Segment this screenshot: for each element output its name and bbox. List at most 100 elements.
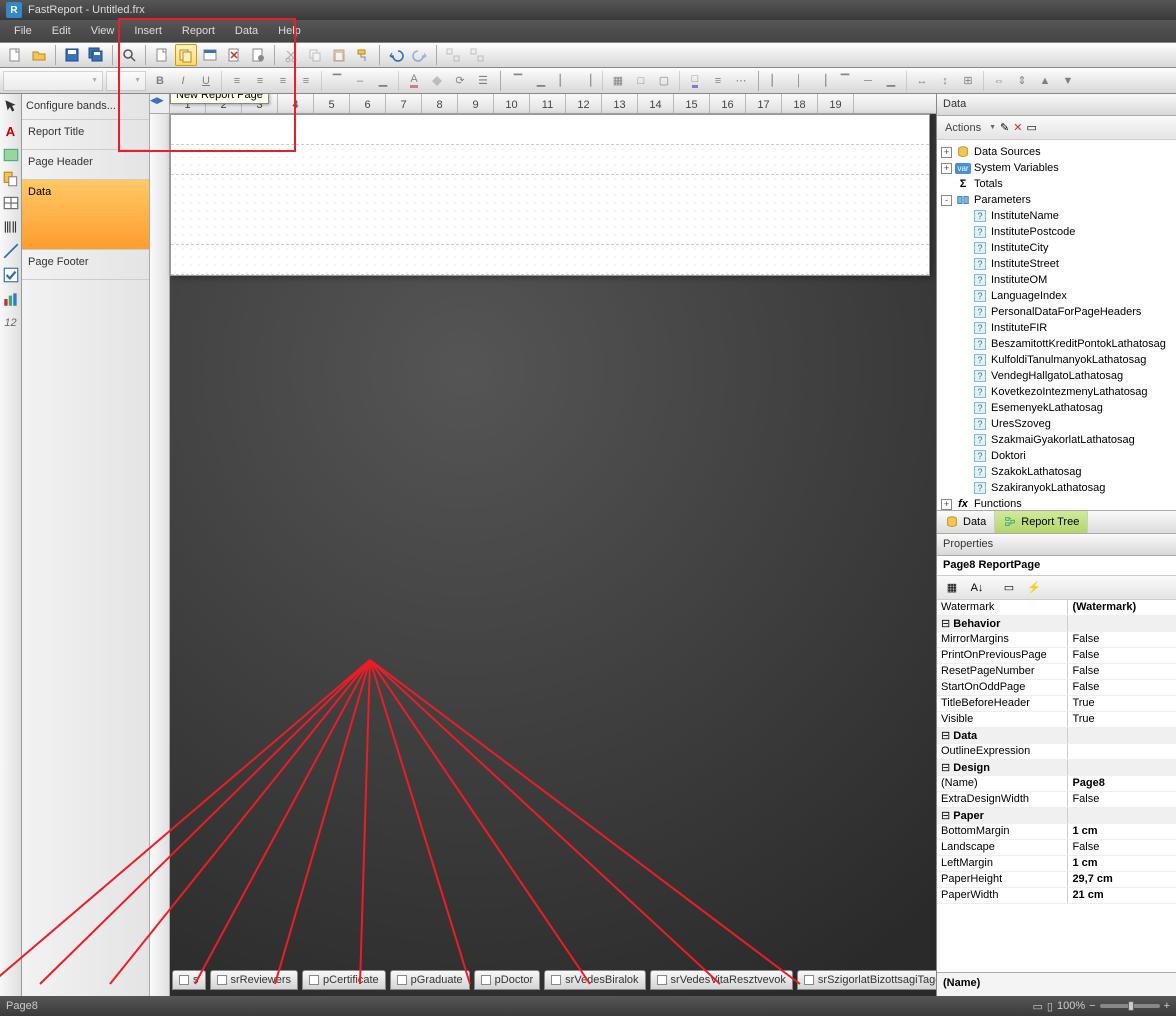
space-h-button[interactable]: ⇔	[988, 70, 1010, 92]
configure-bands[interactable]: Configure bands...	[22, 94, 149, 120]
save-all-button[interactable]	[85, 44, 107, 66]
same-width-button[interactable]: ↔	[911, 70, 933, 92]
tree-node-param[interactable]: ?InstituteOM	[941, 272, 1172, 288]
band-page-header[interactable]: Page Header	[22, 150, 149, 180]
save-button[interactable]	[61, 44, 83, 66]
format-painter-button[interactable]	[352, 44, 374, 66]
copy-button[interactable]	[304, 44, 326, 66]
tree-node-param[interactable]: ?KulfoldiTanulmanyokLathatosag	[941, 352, 1172, 368]
property-row[interactable]: LandscapeFalse	[937, 840, 1176, 856]
tree-node-param[interactable]: ?KovetkezoIntezmenyLathatosag	[941, 384, 1172, 400]
new-dialog-button[interactable]	[199, 44, 221, 66]
menu-data[interactable]: Data	[225, 22, 268, 40]
data-tree[interactable]: +Data Sources+varSystem VariablesΣTotals…	[937, 140, 1176, 510]
page-band-title[interactable]	[171, 115, 929, 145]
border-color-button[interactable]: □	[684, 70, 706, 92]
tree-node[interactable]: ΣTotals	[941, 176, 1172, 192]
property-row[interactable]: TitleBeforeHeaderTrue	[937, 696, 1176, 712]
align-middle-button[interactable]: –	[349, 70, 371, 92]
bring-front-button[interactable]: ▲	[1034, 70, 1056, 92]
tree-node-param[interactable]: ?InstituteCity	[941, 240, 1172, 256]
redo-button[interactable]	[409, 44, 431, 66]
new-page-button[interactable]	[151, 44, 173, 66]
property-row[interactable]: ResetPageNumberFalse	[937, 664, 1176, 680]
zoom-fit-icon[interactable]: ▭	[1033, 1000, 1043, 1013]
tree-node[interactable]: +fxFunctions	[941, 496, 1172, 510]
page-tab[interactable]: pDoctor	[474, 970, 541, 990]
band-page-footer[interactable]: Page Footer	[22, 250, 149, 280]
preview-button[interactable]	[118, 44, 140, 66]
tree-node-param[interactable]: ?Doktori	[941, 448, 1172, 464]
align-bottoms-button[interactable]: ▁	[880, 70, 902, 92]
page-band-header[interactable]	[171, 145, 929, 175]
tree-node-param[interactable]: ?InstitutePostcode	[941, 224, 1172, 240]
report-page[interactable]	[170, 114, 930, 276]
property-row[interactable]: MirrorMarginsFalse	[937, 632, 1176, 648]
align-justify-button[interactable]: ≡	[295, 70, 317, 92]
page-band-footer[interactable]	[171, 245, 929, 275]
select-tool[interactable]	[2, 98, 20, 116]
page-tab[interactable]: pGraduate	[390, 970, 470, 990]
subreport-tool[interactable]	[2, 170, 20, 188]
underline-button[interactable]: U	[195, 70, 217, 92]
table-tool[interactable]	[2, 194, 20, 212]
border-left-button[interactable]: ▏	[553, 70, 575, 92]
ungroup-button[interactable]	[466, 44, 488, 66]
delete-page-button[interactable]	[223, 44, 245, 66]
space-v-button[interactable]: ⇕	[1011, 70, 1033, 92]
font-color-button[interactable]: A	[403, 70, 425, 92]
cut-button[interactable]	[280, 44, 302, 66]
align-center-button[interactable]: ≡	[249, 70, 271, 92]
checkbox-tool[interactable]	[2, 266, 20, 284]
tree-node-param[interactable]: ?SzakmaiGyakorlatLathatosag	[941, 432, 1172, 448]
page-tab[interactable]: srReviewers	[210, 970, 299, 990]
border-style-button[interactable]: ⋯	[730, 70, 752, 92]
properties-object[interactable]: Page8 ReportPage	[937, 556, 1176, 576]
new-button[interactable]	[4, 44, 26, 66]
page-tab[interactable]: s	[172, 970, 206, 990]
styles-button[interactable]: ☰	[472, 70, 494, 92]
menu-view[interactable]: View	[81, 22, 125, 40]
property-row[interactable]: PrintOnPreviousPageFalse	[937, 648, 1176, 664]
bold-button[interactable]: B	[149, 70, 171, 92]
data-actions-button[interactable]: Actions	[941, 120, 985, 136]
band-report-title[interactable]: Report Title	[22, 120, 149, 150]
menu-file[interactable]: File	[4, 22, 42, 40]
tree-node-param[interactable]: ?LanguageIndex	[941, 288, 1172, 304]
property-row[interactable]: ExtraDesignWidthFalse	[937, 792, 1176, 808]
tree-node-param[interactable]: ?EsemenyekLathatosag	[941, 400, 1172, 416]
property-row[interactable]: VisibleTrue	[937, 712, 1176, 728]
text-tool[interactable]: A	[2, 122, 20, 140]
zoom-out-button[interactable]: −	[1089, 1000, 1095, 1012]
tree-node[interactable]: +varSystem Variables	[941, 160, 1172, 176]
font-size-combo[interactable]	[106, 71, 146, 91]
tab-data[interactable]: Data	[937, 511, 995, 533]
menu-insert[interactable]: Insert	[124, 22, 172, 40]
property-row[interactable]: Watermark(Watermark)	[937, 600, 1176, 616]
picture-tool[interactable]	[2, 146, 20, 164]
page-tab[interactable]: srSzigorlatBizottsagiTagok	[797, 970, 936, 990]
prop-alphabetical-button[interactable]: A↓	[966, 577, 988, 599]
align-rights-button[interactable]: ▕	[811, 70, 833, 92]
text-rotate-button[interactable]: ⟳	[449, 70, 471, 92]
barcode-tool[interactable]	[2, 218, 20, 236]
tree-node-param[interactable]: ?SzakokLathatosag	[941, 464, 1172, 480]
zoom-in-button[interactable]: +	[1164, 1000, 1170, 1012]
align-centers-h-button[interactable]: │	[788, 70, 810, 92]
property-row[interactable]: (Name)Page8	[937, 776, 1176, 792]
open-button[interactable]	[28, 44, 50, 66]
send-back-button[interactable]: ▼	[1057, 70, 1079, 92]
font-combo[interactable]	[3, 71, 103, 91]
property-row[interactable]: PaperHeight29,7 cm	[937, 872, 1176, 888]
border-none-button[interactable]: □	[630, 70, 652, 92]
tab-report-tree[interactable]: Report Tree	[995, 511, 1088, 533]
property-row[interactable]: PaperWidth21 cm	[937, 888, 1176, 904]
fill-color-button[interactable]	[426, 70, 448, 92]
zoom-slider[interactable]	[1100, 1004, 1160, 1008]
page-setup-button[interactable]	[247, 44, 269, 66]
align-lefts-button[interactable]: ▏	[765, 70, 787, 92]
tree-node-param[interactable]: ?BeszamitottKreditPontokLathatosag	[941, 336, 1172, 352]
property-row[interactable]: OutlineExpression	[937, 744, 1176, 760]
tree-node-param[interactable]: ?UresSzoveg	[941, 416, 1172, 432]
property-row[interactable]: LeftMargin1 cm	[937, 856, 1176, 872]
